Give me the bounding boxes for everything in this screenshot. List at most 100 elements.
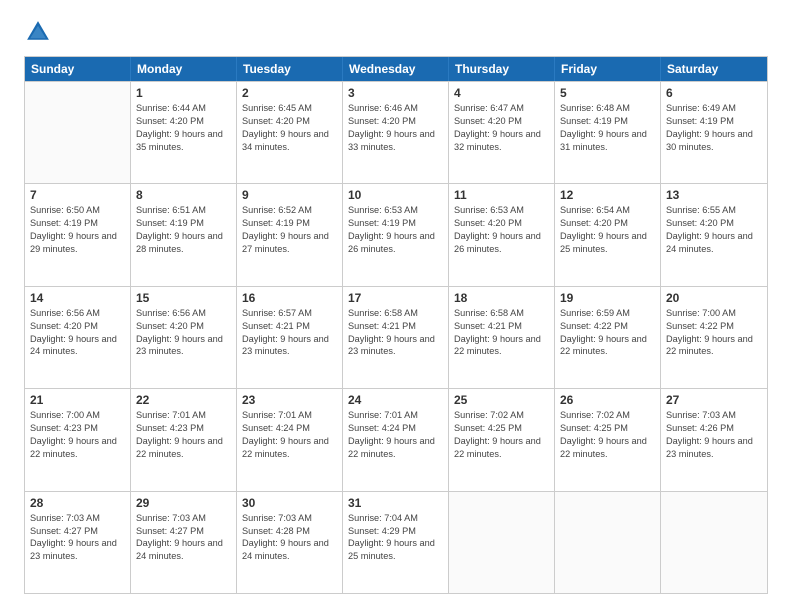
day-number: 21 <box>30 393 125 407</box>
day-info: Sunrise: 6:48 AM Sunset: 4:19 PM Dayligh… <box>560 102 655 154</box>
day-number: 4 <box>454 86 549 100</box>
day-info: Sunrise: 7:03 AM Sunset: 4:27 PM Dayligh… <box>30 512 125 564</box>
day-info: Sunrise: 6:56 AM Sunset: 4:20 PM Dayligh… <box>136 307 231 359</box>
calendar-week-row: 14Sunrise: 6:56 AM Sunset: 4:20 PM Dayli… <box>25 286 767 388</box>
day-info: Sunrise: 7:04 AM Sunset: 4:29 PM Dayligh… <box>348 512 443 564</box>
day-info: Sunrise: 6:46 AM Sunset: 4:20 PM Dayligh… <box>348 102 443 154</box>
day-number: 18 <box>454 291 549 305</box>
calendar-day-cell: 15Sunrise: 6:56 AM Sunset: 4:20 PM Dayli… <box>131 287 237 388</box>
day-info: Sunrise: 7:01 AM Sunset: 4:23 PM Dayligh… <box>136 409 231 461</box>
day-number: 27 <box>666 393 762 407</box>
calendar-day-cell <box>25 82 131 183</box>
day-info: Sunrise: 6:58 AM Sunset: 4:21 PM Dayligh… <box>454 307 549 359</box>
day-number: 28 <box>30 496 125 510</box>
day-info: Sunrise: 7:00 AM Sunset: 4:23 PM Dayligh… <box>30 409 125 461</box>
calendar-day-cell: 1 Sunrise: 6:44 AM Sunset: 4:20 PM Daylig… <box>131 82 237 183</box>
calendar-day-cell: 9 Sunrise: 6:52 AM Sunset: 4:19 PM Daylig… <box>237 184 343 285</box>
day-info: Sunrise: 6:44 AM Sunset: 4:20 PM Dayligh… <box>136 102 231 154</box>
calendar-day-cell: 25 Sunrise: 7:02 AM Sunset: 4:25 PM Dayli… <box>449 389 555 490</box>
day-number: 17 <box>348 291 443 305</box>
day-number: 24 <box>348 393 443 407</box>
day-info: Sunrise: 7:02 AM Sunset: 4:25 PM Dayligh… <box>560 409 655 461</box>
calendar-day-cell: 11 Sunrise: 6:53 AM Sunset: 4:20 PM Dayli… <box>449 184 555 285</box>
day-info: Sunrise: 7:03 AM Sunset: 4:27 PM Dayligh… <box>136 512 231 564</box>
calendar-week-row: 28 Sunrise: 7:03 AM Sunset: 4:27 PM Dayli… <box>25 491 767 593</box>
day-info: Sunrise: 6:57 AM Sunset: 4:21 PM Dayligh… <box>242 307 337 359</box>
day-number: 8 <box>136 188 231 202</box>
calendar-day-cell: 8 Sunrise: 6:51 AM Sunset: 4:19 PM Daylig… <box>131 184 237 285</box>
calendar-day-cell: 19 Sunrise: 6:59 AM Sunset: 4:22 PM Dayli… <box>555 287 661 388</box>
day-number: 26 <box>560 393 655 407</box>
day-number: 13 <box>666 188 762 202</box>
calendar-day-cell: 23 Sunrise: 7:01 AM Sunset: 4:24 PM Dayli… <box>237 389 343 490</box>
calendar-day-cell: 20 Sunrise: 7:00 AM Sunset: 4:22 PM Dayli… <box>661 287 767 388</box>
day-number: 5 <box>560 86 655 100</box>
day-info: Sunrise: 7:02 AM Sunset: 4:25 PM Dayligh… <box>454 409 549 461</box>
day-info: Sunrise: 6:59 AM Sunset: 4:22 PM Dayligh… <box>560 307 655 359</box>
calendar-day-cell: 13 Sunrise: 6:55 AM Sunset: 4:20 PM Dayli… <box>661 184 767 285</box>
day-number: 23 <box>242 393 337 407</box>
day-info: Sunrise: 6:53 AM Sunset: 4:19 PM Dayligh… <box>348 204 443 256</box>
day-info: Sunrise: 6:51 AM Sunset: 4:19 PM Dayligh… <box>136 204 231 256</box>
day-info: Sunrise: 6:49 AM Sunset: 4:19 PM Dayligh… <box>666 102 762 154</box>
day-info: Sunrise: 7:01 AM Sunset: 4:24 PM Dayligh… <box>348 409 443 461</box>
calendar-header-day: Saturday <box>661 57 767 81</box>
calendar-header-day: Friday <box>555 57 661 81</box>
day-info: Sunrise: 6:58 AM Sunset: 4:21 PM Dayligh… <box>348 307 443 359</box>
day-number: 3 <box>348 86 443 100</box>
day-number: 9 <box>242 188 337 202</box>
day-info: Sunrise: 6:52 AM Sunset: 4:19 PM Dayligh… <box>242 204 337 256</box>
day-info: Sunrise: 7:00 AM Sunset: 4:22 PM Dayligh… <box>666 307 762 359</box>
calendar-day-cell: 17 Sunrise: 6:58 AM Sunset: 4:21 PM Dayli… <box>343 287 449 388</box>
calendar-day-cell: 7 Sunrise: 6:50 AM Sunset: 4:19 PM Daylig… <box>25 184 131 285</box>
day-info: Sunrise: 7:01 AM Sunset: 4:24 PM Dayligh… <box>242 409 337 461</box>
calendar-day-cell: 10 Sunrise: 6:53 AM Sunset: 4:19 PM Dayli… <box>343 184 449 285</box>
calendar-day-cell: 22 Sunrise: 7:01 AM Sunset: 4:23 PM Dayli… <box>131 389 237 490</box>
day-number: 16 <box>242 291 337 305</box>
day-number: 1 <box>136 86 231 100</box>
header <box>24 18 768 46</box>
calendar-day-cell: 24 Sunrise: 7:01 AM Sunset: 4:24 PM Dayli… <box>343 389 449 490</box>
calendar-header: SundayMondayTuesdayWednesdayThursdayFrid… <box>25 57 767 81</box>
calendar-day-cell: 5 Sunrise: 6:48 AM Sunset: 4:19 PM Daylig… <box>555 82 661 183</box>
calendar-day-cell <box>555 492 661 593</box>
day-info: Sunrise: 7:03 AM Sunset: 4:26 PM Dayligh… <box>666 409 762 461</box>
day-number: 22 <box>136 393 231 407</box>
calendar-day-cell: 27 Sunrise: 7:03 AM Sunset: 4:26 PM Dayli… <box>661 389 767 490</box>
calendar-day-cell: 4 Sunrise: 6:47 AM Sunset: 4:20 PM Daylig… <box>449 82 555 183</box>
day-number: 20 <box>666 291 762 305</box>
calendar-day-cell: 21 Sunrise: 7:00 AM Sunset: 4:23 PM Dayli… <box>25 389 131 490</box>
calendar-header-day: Sunday <box>25 57 131 81</box>
day-info: Sunrise: 6:45 AM Sunset: 4:20 PM Dayligh… <box>242 102 337 154</box>
day-info: Sunrise: 6:47 AM Sunset: 4:20 PM Dayligh… <box>454 102 549 154</box>
calendar-header-day: Tuesday <box>237 57 343 81</box>
calendar-day-cell: 6Sunrise: 6:49 AM Sunset: 4:19 PM Daylig… <box>661 82 767 183</box>
calendar-week-row: 1 Sunrise: 6:44 AM Sunset: 4:20 PM Daylig… <box>25 81 767 183</box>
day-info: Sunrise: 6:55 AM Sunset: 4:20 PM Dayligh… <box>666 204 762 256</box>
logo-icon <box>24 18 52 46</box>
day-info: Sunrise: 7:03 AM Sunset: 4:28 PM Dayligh… <box>242 512 337 564</box>
calendar-day-cell <box>449 492 555 593</box>
day-info: Sunrise: 6:54 AM Sunset: 4:20 PM Dayligh… <box>560 204 655 256</box>
calendar-day-cell: 2 Sunrise: 6:45 AM Sunset: 4:20 PM Daylig… <box>237 82 343 183</box>
day-number: 25 <box>454 393 549 407</box>
calendar-day-cell: 14Sunrise: 6:56 AM Sunset: 4:20 PM Dayli… <box>25 287 131 388</box>
day-number: 30 <box>242 496 337 510</box>
day-number: 11 <box>454 188 549 202</box>
day-number: 10 <box>348 188 443 202</box>
day-number: 2 <box>242 86 337 100</box>
day-number: 7 <box>30 188 125 202</box>
calendar-day-cell <box>661 492 767 593</box>
calendar: SundayMondayTuesdayWednesdayThursdayFrid… <box>24 56 768 594</box>
day-number: 31 <box>348 496 443 510</box>
logo <box>24 18 56 46</box>
calendar-day-cell: 16 Sunrise: 6:57 AM Sunset: 4:21 PM Dayli… <box>237 287 343 388</box>
day-info: Sunrise: 6:50 AM Sunset: 4:19 PM Dayligh… <box>30 204 125 256</box>
page: SundayMondayTuesdayWednesdayThursdayFrid… <box>0 0 792 612</box>
day-number: 19 <box>560 291 655 305</box>
calendar-day-cell: 12Sunrise: 6:54 AM Sunset: 4:20 PM Dayli… <box>555 184 661 285</box>
calendar-day-cell: 3 Sunrise: 6:46 AM Sunset: 4:20 PM Daylig… <box>343 82 449 183</box>
calendar-header-day: Wednesday <box>343 57 449 81</box>
day-info: Sunrise: 6:53 AM Sunset: 4:20 PM Dayligh… <box>454 204 549 256</box>
day-info: Sunrise: 6:56 AM Sunset: 4:20 PM Dayligh… <box>30 307 125 359</box>
